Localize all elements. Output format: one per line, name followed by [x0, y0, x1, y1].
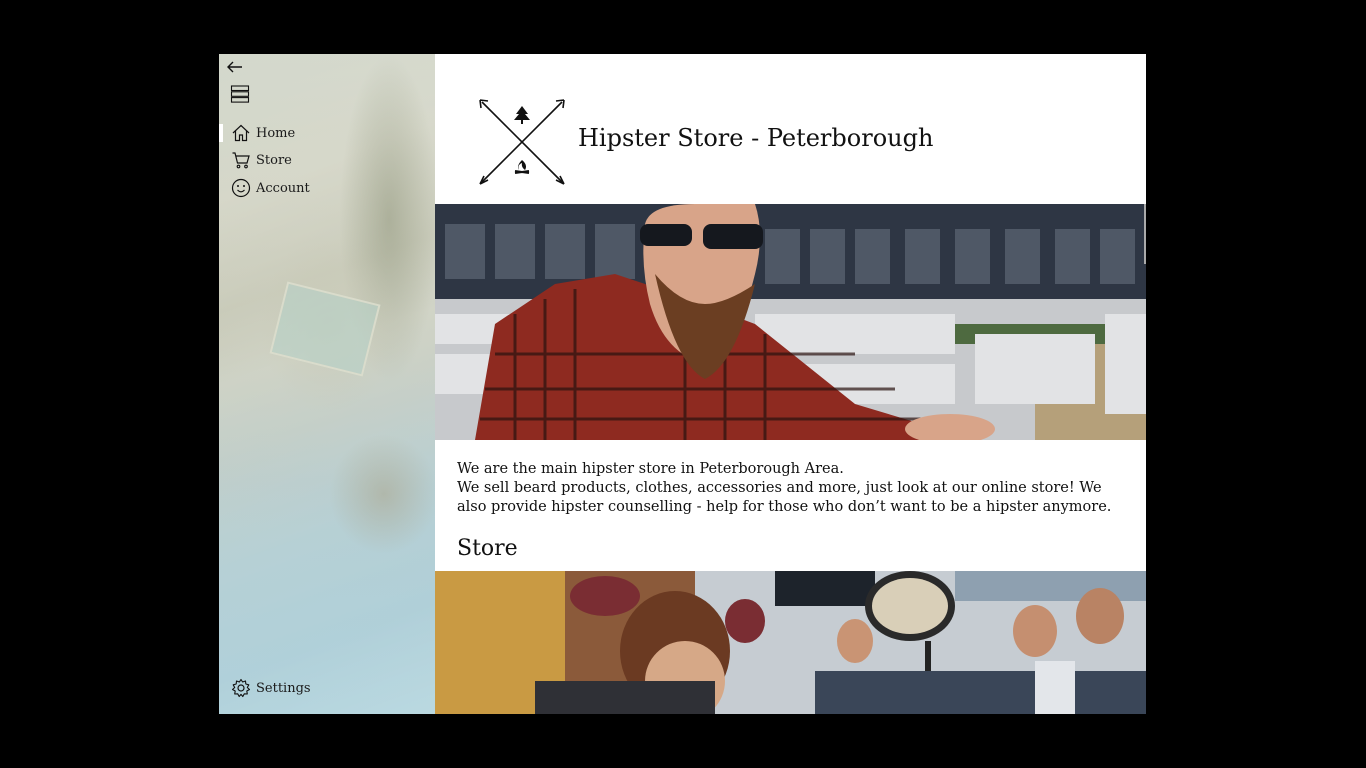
store-logo: [478, 98, 566, 186]
intro-paragraph: We are the main hipster store in Peterbo…: [457, 461, 844, 477]
menu-toggle-button[interactable]: [229, 82, 251, 106]
store-section-heading: Store: [457, 536, 518, 561]
shopping-cart-icon: [231, 150, 251, 170]
arrow-left-icon: [227, 61, 242, 73]
intro-text: We are the main hipster store in Peterbo…: [457, 460, 1125, 517]
sidebar-item-account[interactable]: Account: [219, 176, 435, 200]
sidebar-background-texture: [329, 434, 435, 554]
main-content: Hipster Store - Peterborough We are the …: [435, 54, 1146, 714]
app-window: Home Store Account Settings Hipster Stor…: [219, 54, 1146, 714]
scrollbar-thumb[interactable]: [1144, 204, 1146, 264]
home-icon: [231, 123, 251, 143]
back-button[interactable]: [224, 58, 246, 76]
page-title: Hipster Store - Peterborough: [578, 124, 934, 152]
store-image: [435, 571, 1146, 714]
smiley-face-icon: [231, 178, 251, 198]
sidebar-item-settings[interactable]: Settings: [219, 676, 435, 700]
selection-indicator: [219, 124, 223, 142]
hero-image: [435, 204, 1146, 440]
sidebar-item-label: Home: [256, 125, 296, 141]
navigation-pane: Home Store Account Settings: [219, 54, 435, 714]
hamburger-menu-icon: [230, 85, 250, 103]
sidebar-item-label: Settings: [256, 680, 311, 696]
sidebar-item-label: Account: [256, 180, 310, 196]
gear-icon: [231, 678, 251, 698]
sidebar-item-home[interactable]: Home: [219, 121, 435, 145]
sidebar-item-store[interactable]: Store: [219, 148, 435, 172]
sidebar-item-label: Store: [256, 152, 292, 168]
intro-paragraph: We sell beard products, clothes, accesso…: [457, 480, 1112, 515]
